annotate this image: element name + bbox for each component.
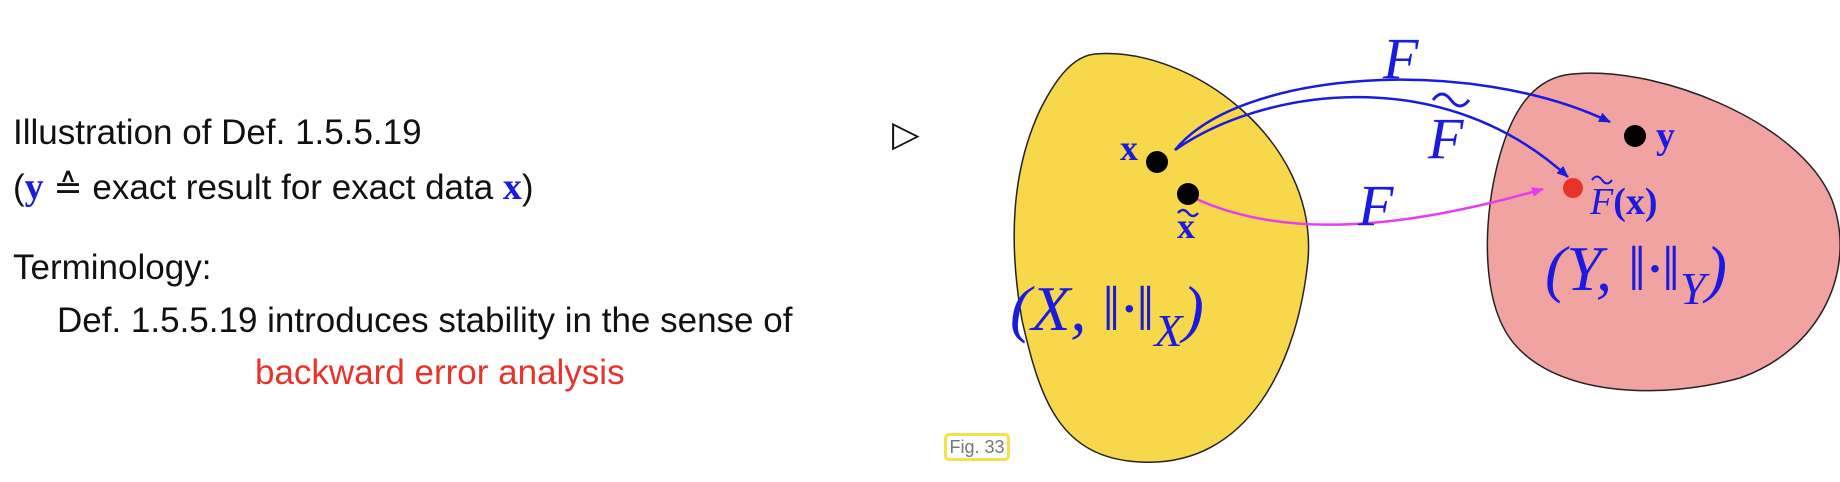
stability-diagram: x x y F F F F(x) (X, ‖·‖X) (Y, ‖·‖Y) [1010, 26, 1840, 463]
label-y: y [1656, 115, 1675, 157]
point-F-tilde-x [1563, 178, 1583, 198]
point-y [1624, 125, 1646, 147]
label-x: x [1120, 128, 1138, 168]
point-x [1146, 151, 1168, 173]
tilde-over-F [1431, 92, 1471, 108]
label-F-top: F [1382, 26, 1419, 91]
domain-set [1013, 52, 1310, 463]
label-F-bottom: F [1357, 173, 1394, 238]
point-x-tilde [1177, 183, 1199, 205]
label-F-tilde: F [1427, 106, 1464, 171]
label-F-tilde-of-x: F(x) [1589, 181, 1658, 223]
figure-number-badge: Fig. 33 [944, 433, 1010, 461]
